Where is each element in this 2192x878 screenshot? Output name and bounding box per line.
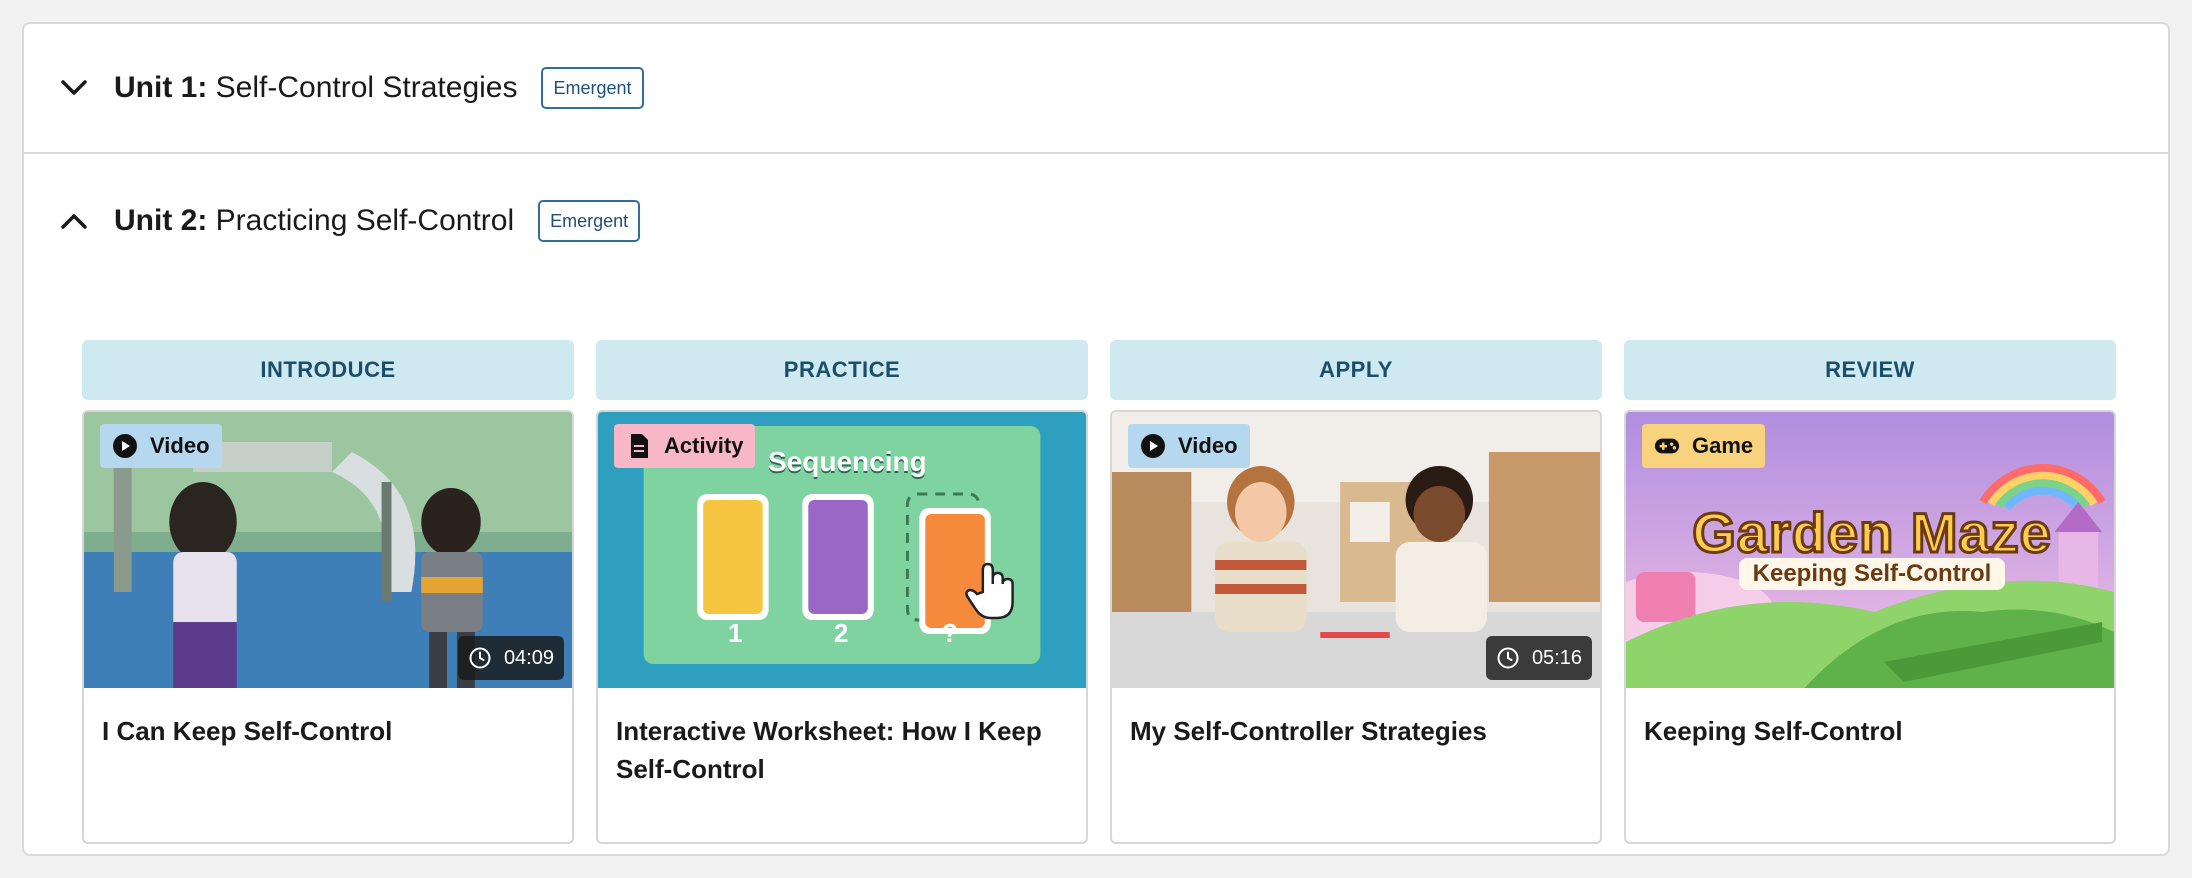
thumb-subheading-wrap: Keeping Self-Control <box>1626 558 2114 590</box>
unit-2-header[interactable]: Unit 2: Practicing Self-Control Emergent <box>24 156 2168 286</box>
type-tag: Activity <box>614 424 756 468</box>
lesson-card[interactable]: Sequencing 1 2 ? Activity Interactive Wo… <box>596 410 1088 844</box>
duration-badge: 05:16 <box>1485 636 1592 680</box>
chevron-up-icon[interactable] <box>52 199 96 243</box>
type-tag: Video <box>100 424 222 468</box>
lesson-column-review: REVIEW Garden Maze Keeping Self-Control … <box>1624 340 2116 844</box>
activity-thumbnail[interactable]: Sequencing 1 2 ? Activity <box>598 412 1086 688</box>
document-icon <box>626 433 652 459</box>
duration-text: 04:09 <box>503 646 554 669</box>
sequence-label: 2 <box>834 618 849 648</box>
video-thumbnail[interactable]: Video 05:16 <box>1112 412 1600 688</box>
thumb-heading: Sequencing <box>768 446 927 477</box>
video-thumbnail[interactable]: Video 04:09 <box>84 412 572 688</box>
lesson-columns: INTRODUCE Video 04:09 I Can Keep Self-Co… <box>82 340 2138 854</box>
type-tag: Game <box>1642 424 1766 468</box>
lesson-column-practice: PRACTICE Sequencing 1 2 ? Activity Inter… <box>596 340 1088 844</box>
unit-2-title: Unit 2: Practicing Self-Control <box>114 204 514 238</box>
phase-label: INTRODUCE <box>82 340 574 400</box>
play-icon <box>1140 433 1166 459</box>
unit-1-name: Self-Control Strategies <box>215 71 518 104</box>
type-label: Activity <box>664 433 744 458</box>
level-badge: Emergent <box>538 200 641 242</box>
unit-1-title: Unit 1: Self-Control Strategies <box>114 71 517 105</box>
type-label: Video <box>1178 433 1238 458</box>
game-thumbnail[interactable]: Garden Maze Keeping Self-Control Game <box>1626 412 2114 688</box>
thumb-heading: Garden Maze <box>1691 500 2053 566</box>
units-panel: Unit 1: Self-Control Strategies Emergent… <box>22 22 2170 856</box>
phase-label: PRACTICE <box>596 340 1088 400</box>
unit-1-number: Unit 1: <box>114 71 208 104</box>
unit-2-name: Practicing Self-Control <box>215 204 515 237</box>
clock-icon <box>1497 647 1519 669</box>
duration-text: 05:16 <box>1531 646 1582 669</box>
play-icon <box>112 433 138 459</box>
level-badge: Emergent <box>541 67 644 109</box>
sequence-label: 1 <box>728 618 743 648</box>
type-label: Game <box>1692 433 1754 458</box>
phase-label: APPLY <box>1110 340 1602 400</box>
lesson-title[interactable]: Keeping Self-Control <box>1626 688 2114 750</box>
lesson-card[interactable]: Video 05:16 My Self-Controller Strategie… <box>1110 410 1602 844</box>
lesson-title[interactable]: My Self-Controller Strategies <box>1112 688 1600 750</box>
lesson-card[interactable]: Video 04:09 I Can Keep Self-Control <box>82 410 574 844</box>
gamepad-icon <box>1654 433 1680 459</box>
thumb-subheading: Keeping Self-Control <box>1738 558 2006 590</box>
lesson-card[interactable]: Garden Maze Keeping Self-Control Game Ke… <box>1624 410 2116 844</box>
duration-badge: 04:09 <box>457 636 564 680</box>
clock-icon <box>469 647 491 669</box>
unit-2-number: Unit 2: <box>114 204 208 237</box>
phase-label: REVIEW <box>1624 340 2116 400</box>
lesson-column-apply: APPLY Video 05:16 My Self-Controller Str… <box>1110 340 1602 844</box>
type-label: Video <box>150 433 210 458</box>
lesson-title[interactable]: I Can Keep Self-Control <box>84 688 572 750</box>
lesson-column-introduce: INTRODUCE Video 04:09 I Can Keep Self-Co… <box>82 340 574 844</box>
unit-1-header[interactable]: Unit 1: Self-Control Strategies Emergent <box>24 24 2168 154</box>
sequence-label: ? <box>942 618 958 648</box>
chevron-down-icon[interactable] <box>52 66 96 110</box>
lesson-title[interactable]: Interactive Worksheet: How I Keep Self-C… <box>598 688 1086 788</box>
type-tag: Video <box>1128 424 1250 468</box>
